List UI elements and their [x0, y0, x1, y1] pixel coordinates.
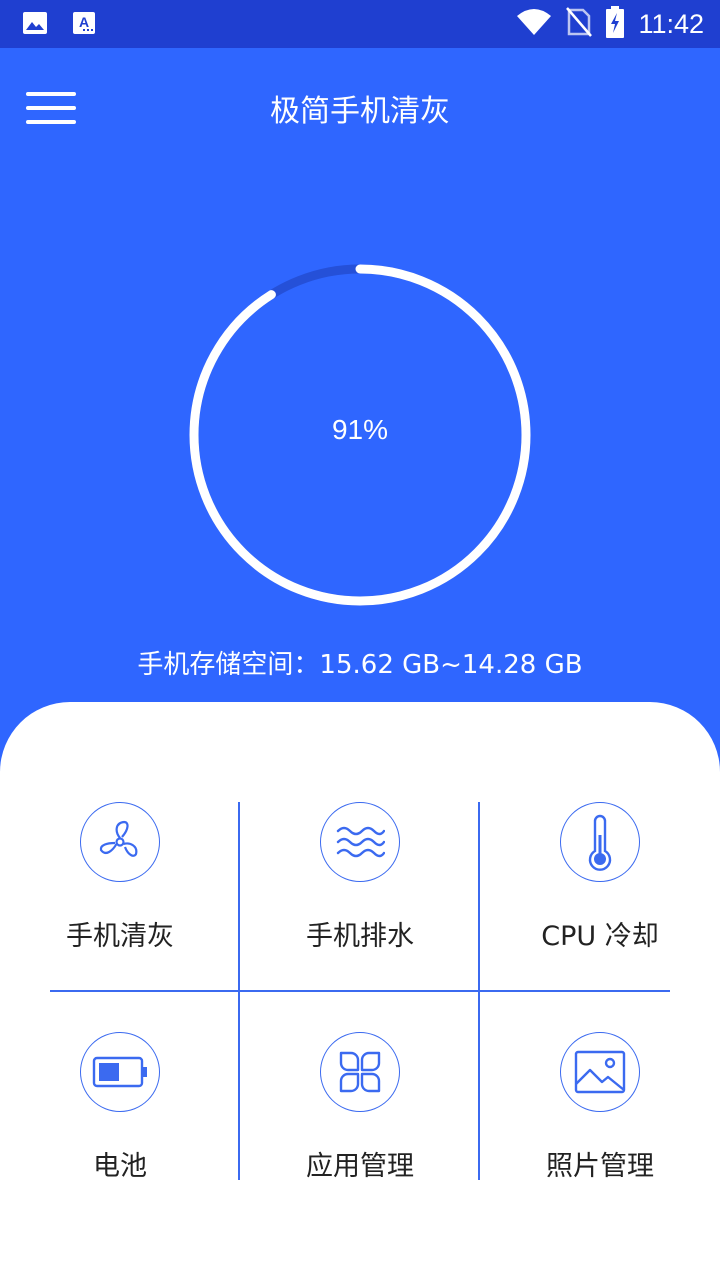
page-title: 极简手机清灰 — [270, 94, 450, 129]
feature-app-manage[interactable]: 应用管理 — [260, 1032, 460, 1221]
feature-label: 电池 — [93, 1151, 147, 1182]
font-icon: A — [72, 11, 96, 39]
feature-label: 应用管理 — [306, 1151, 414, 1182]
water-waves-icon — [320, 802, 400, 882]
usage-percent: 91% — [331, 414, 389, 445]
battery-icon — [80, 1032, 160, 1112]
battery-charging-icon — [606, 6, 625, 42]
image-icon — [22, 11, 48, 39]
svg-text:A: A — [79, 14, 89, 30]
app-grid-icon — [320, 1032, 400, 1112]
feature-battery[interactable]: 电池 — [20, 1032, 220, 1221]
wifi-icon — [516, 8, 552, 40]
feature-label: 照片管理 — [546, 1151, 654, 1182]
feature-photo-manage[interactable]: 照片管理 — [500, 1032, 700, 1221]
feature-label: CPU 冷却 — [541, 921, 659, 952]
feature-dust-clean[interactable]: 手机清灰 — [20, 802, 220, 991]
feature-grid: 手机清灰 手机排水 CPU 冷却 电池 应用管理 照片管理 — [50, 802, 670, 1182]
storage-info: 手机存储空间：15.62 GB~14.28 GB — [137, 650, 583, 680]
photo-icon — [560, 1032, 640, 1112]
fan-icon — [80, 802, 160, 882]
features-panel: 手机清灰 手机排水 CPU 冷却 电池 应用管理 照片管理 — [0, 702, 720, 1280]
thermometer-icon — [560, 802, 640, 882]
feature-water-eject[interactable]: 手机排水 — [260, 802, 460, 991]
hero-section: 极简手机清灰 91% 手机存储空间：15.62 GB~14.28 GB — [0, 48, 720, 808]
feature-cpu-cool[interactable]: CPU 冷却 — [500, 802, 700, 991]
no-sim-icon — [566, 7, 593, 41]
feature-label: 手机清灰 — [66, 921, 174, 952]
status-time: 11:42 — [638, 8, 704, 39]
feature-label: 手机排水 — [306, 921, 414, 952]
status-bar: A 11:42 — [0, 0, 720, 48]
storage-usage-ring: 91% — [185, 260, 535, 610]
